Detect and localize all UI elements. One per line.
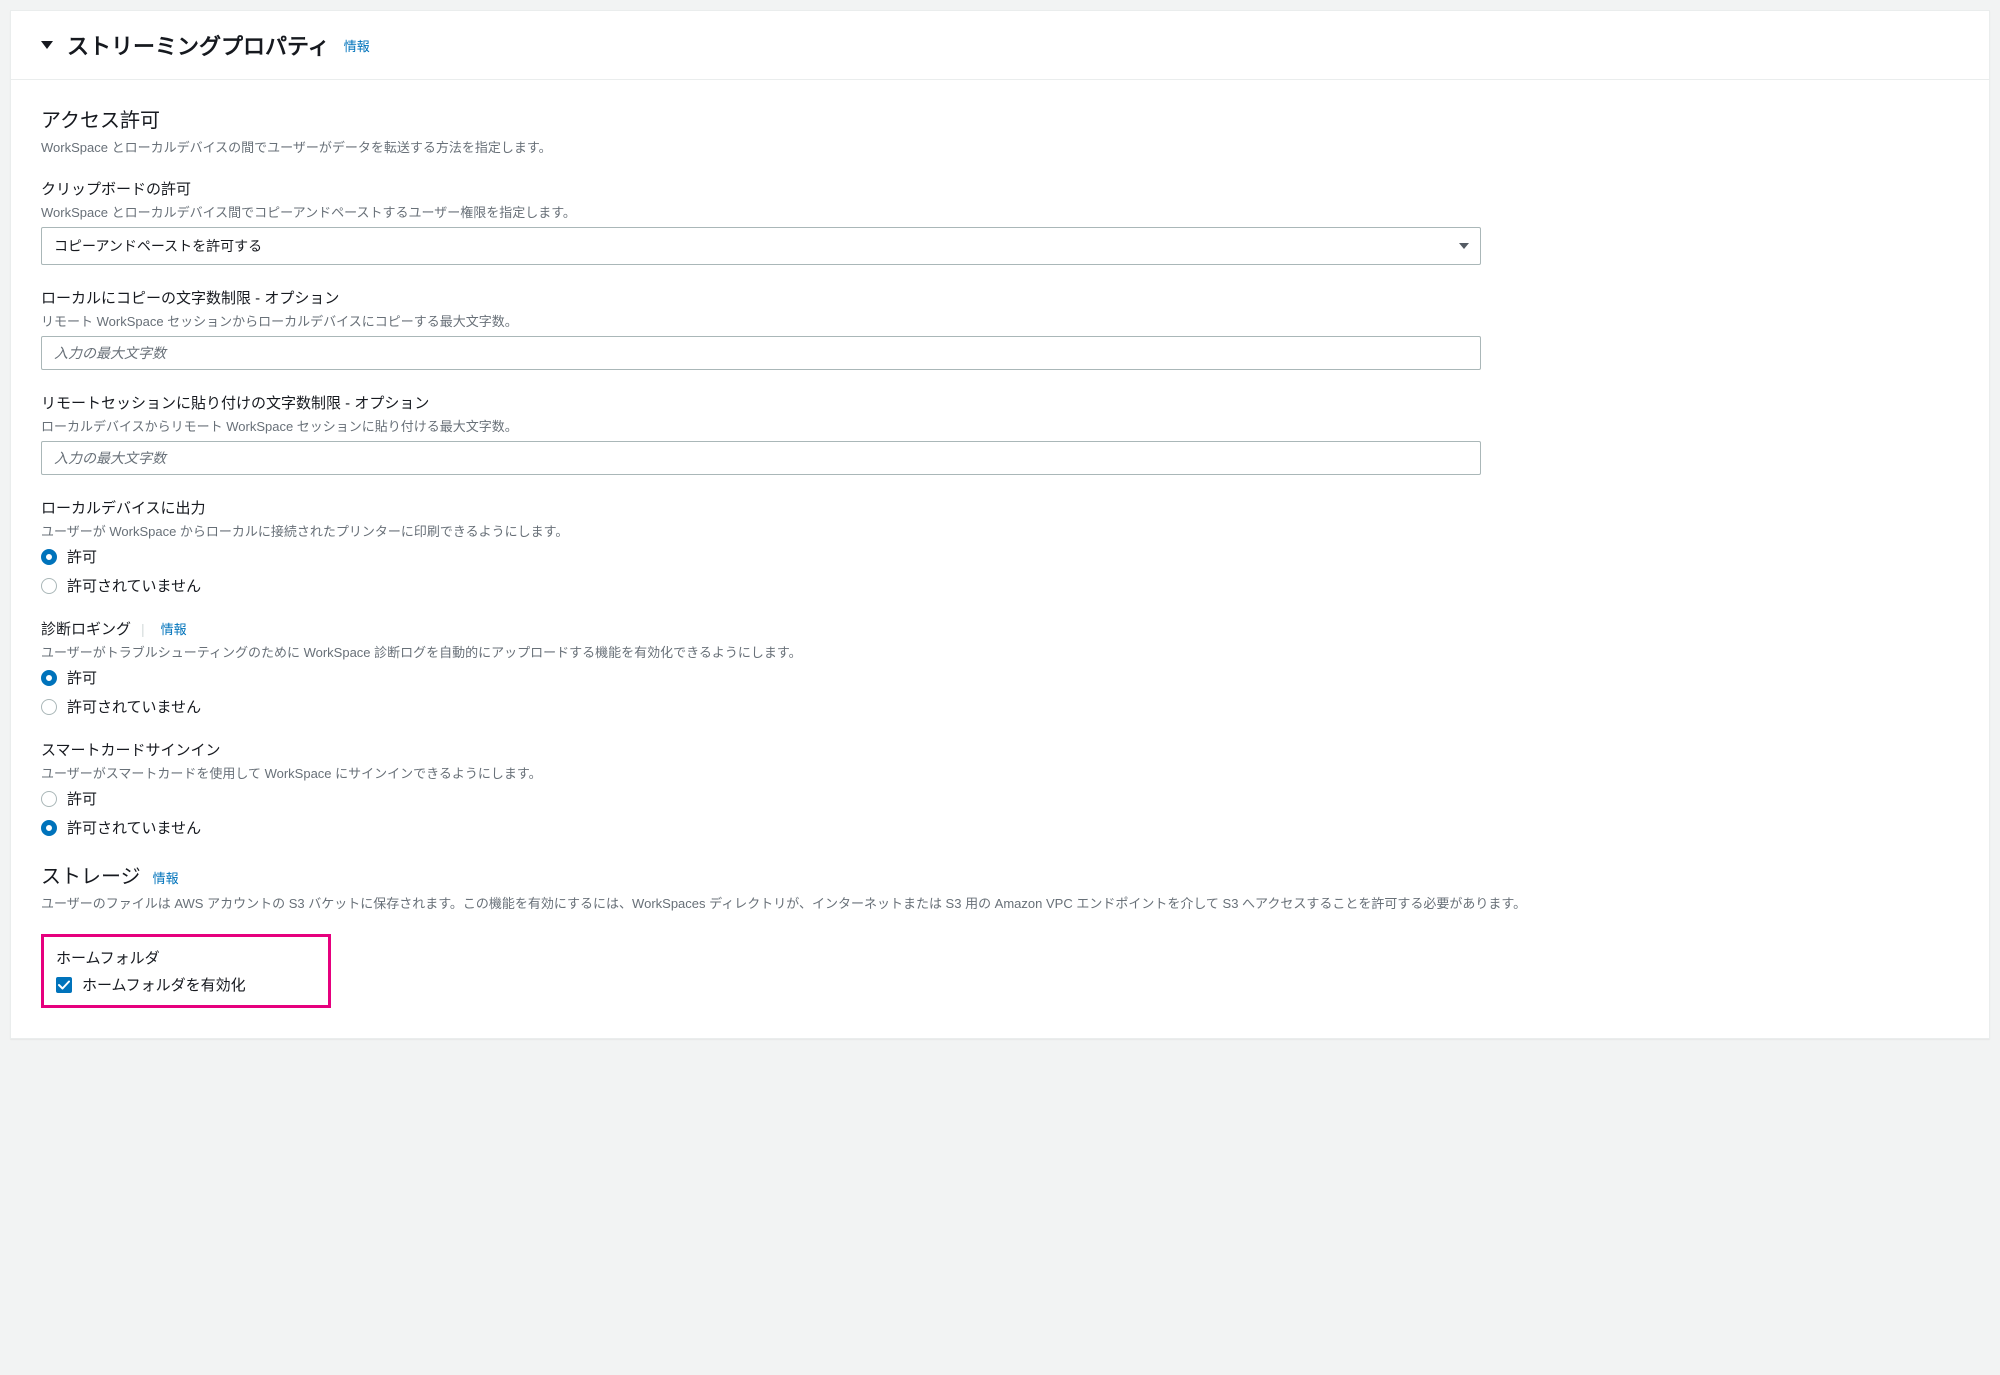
copy-limit-hint: リモート WorkSpace セッションからローカルデバイスにコピーする最大文字… xyxy=(41,311,1959,330)
panel-title: ストリーミングプロパティ xyxy=(67,29,330,61)
local-print-group: ローカルデバイスに出力 ユーザーが WorkSpace からローカルに接続された… xyxy=(41,497,1959,596)
clipboard-label: クリップボードの許可 xyxy=(41,178,1959,199)
diagnostics-allow-label: 許可 xyxy=(67,667,97,688)
panel-body: アクセス許可 WorkSpace とローカルデバイスの間でユーザーがデータを転送… xyxy=(11,80,1989,1038)
paste-limit-label: リモートセッションに貼り付けの文字数制限 - オプション xyxy=(41,392,1959,413)
home-folder-label: ホームフォルダ xyxy=(56,947,316,968)
storage-info-link[interactable]: 情報 xyxy=(153,868,179,887)
smartcard-allow-label: 許可 xyxy=(67,788,97,809)
home-folder-checkbox[interactable] xyxy=(56,977,72,993)
radio-unselected-icon xyxy=(41,699,57,715)
smartcard-group: スマートカードサインイン ユーザーがスマートカードを使用して WorkSpace… xyxy=(41,739,1959,838)
home-folder-checkbox-label: ホームフォルダを有効化 xyxy=(82,974,246,995)
radio-selected-icon xyxy=(41,820,57,836)
streaming-properties-panel: ストリーミングプロパティ 情報 アクセス許可 WorkSpace とローカルデバ… xyxy=(10,10,1990,1039)
local-print-label: ローカルデバイスに出力 xyxy=(41,497,1959,518)
clipboard-select-wrapper: コピーアンドペーストを許可する xyxy=(41,227,1481,265)
info-link[interactable]: 情報 xyxy=(344,36,370,55)
diagnostics-deny-radio[interactable]: 許可されていません xyxy=(41,696,1959,717)
divider-icon: | xyxy=(141,621,145,637)
diagnostics-group: 診断ロギング | 情報 ユーザーがトラブルシューティングのために WorkSpa… xyxy=(41,618,1959,717)
storage-section-header: ストレージ 情報 xyxy=(41,860,1959,889)
local-print-allow-radio[interactable]: 許可 xyxy=(41,546,1959,567)
diagnostics-info-link[interactable]: 情報 xyxy=(161,619,187,638)
home-folder-highlight: ホームフォルダ ホームフォルダを有効化 xyxy=(41,934,331,1008)
collapse-caret-icon[interactable] xyxy=(41,41,53,49)
radio-selected-icon xyxy=(41,670,57,686)
home-folder-checkbox-row[interactable]: ホームフォルダを有効化 xyxy=(56,974,316,995)
local-print-allow-label: 許可 xyxy=(67,546,97,567)
diagnostics-deny-label: 許可されていません xyxy=(67,696,201,717)
paste-limit-group: リモートセッションに貼り付けの文字数制限 - オプション ローカルデバイスからリ… xyxy=(41,392,1959,475)
copy-limit-group: ローカルにコピーの文字数制限 - オプション リモート WorkSpace セッ… xyxy=(41,287,1959,370)
radio-selected-icon xyxy=(41,549,57,565)
clipboard-hint: WorkSpace とローカルデバイス間でコピーアンドペーストするユーザー権限を… xyxy=(41,202,1959,221)
storage-title: ストレージ xyxy=(41,860,141,889)
radio-unselected-icon xyxy=(41,791,57,807)
smartcard-deny-label: 許可されていません xyxy=(67,817,201,838)
copy-limit-input[interactable] xyxy=(41,336,1481,370)
local-print-radio-group: 許可 許可されていません xyxy=(41,546,1959,596)
smartcard-label: スマートカードサインイン xyxy=(41,739,1959,760)
access-section-desc: WorkSpace とローカルデバイスの間でユーザーがデータを転送する方法を指定… xyxy=(41,137,1959,156)
local-print-hint: ユーザーが WorkSpace からローカルに接続されたプリンターに印刷できるよ… xyxy=(41,521,1959,540)
smartcard-hint: ユーザーがスマートカードを使用して WorkSpace にサインインできるように… xyxy=(41,763,1959,782)
radio-unselected-icon xyxy=(41,578,57,594)
smartcard-allow-radio[interactable]: 許可 xyxy=(41,788,1959,809)
clipboard-group: クリップボードの許可 WorkSpace とローカルデバイス間でコピーアンドペー… xyxy=(41,178,1959,265)
check-icon xyxy=(58,979,70,991)
local-print-deny-radio[interactable]: 許可されていません xyxy=(41,575,1959,596)
clipboard-select[interactable]: コピーアンドペーストを許可する xyxy=(41,227,1481,265)
local-print-deny-label: 許可されていません xyxy=(67,575,201,596)
access-section-title: アクセス許可 xyxy=(41,104,1959,133)
diagnostics-hint: ユーザーがトラブルシューティングのために WorkSpace 診断ログを自動的に… xyxy=(41,642,1959,661)
diagnostics-label: 診断ロギング xyxy=(41,618,131,639)
paste-limit-hint: ローカルデバイスからリモート WorkSpace セッションに貼り付ける最大文字… xyxy=(41,416,1959,435)
paste-limit-input[interactable] xyxy=(41,441,1481,475)
diagnostics-allow-radio[interactable]: 許可 xyxy=(41,667,1959,688)
diagnostics-radio-group: 許可 許可されていません xyxy=(41,667,1959,717)
smartcard-deny-radio[interactable]: 許可されていません xyxy=(41,817,1959,838)
storage-desc: ユーザーのファイルは AWS アカウントの S3 バケットに保存されます。この機… xyxy=(41,893,1959,912)
copy-limit-label: ローカルにコピーの文字数制限 - オプション xyxy=(41,287,1959,308)
smartcard-radio-group: 許可 許可されていません xyxy=(41,788,1959,838)
panel-header[interactable]: ストリーミングプロパティ 情報 xyxy=(11,11,1989,80)
